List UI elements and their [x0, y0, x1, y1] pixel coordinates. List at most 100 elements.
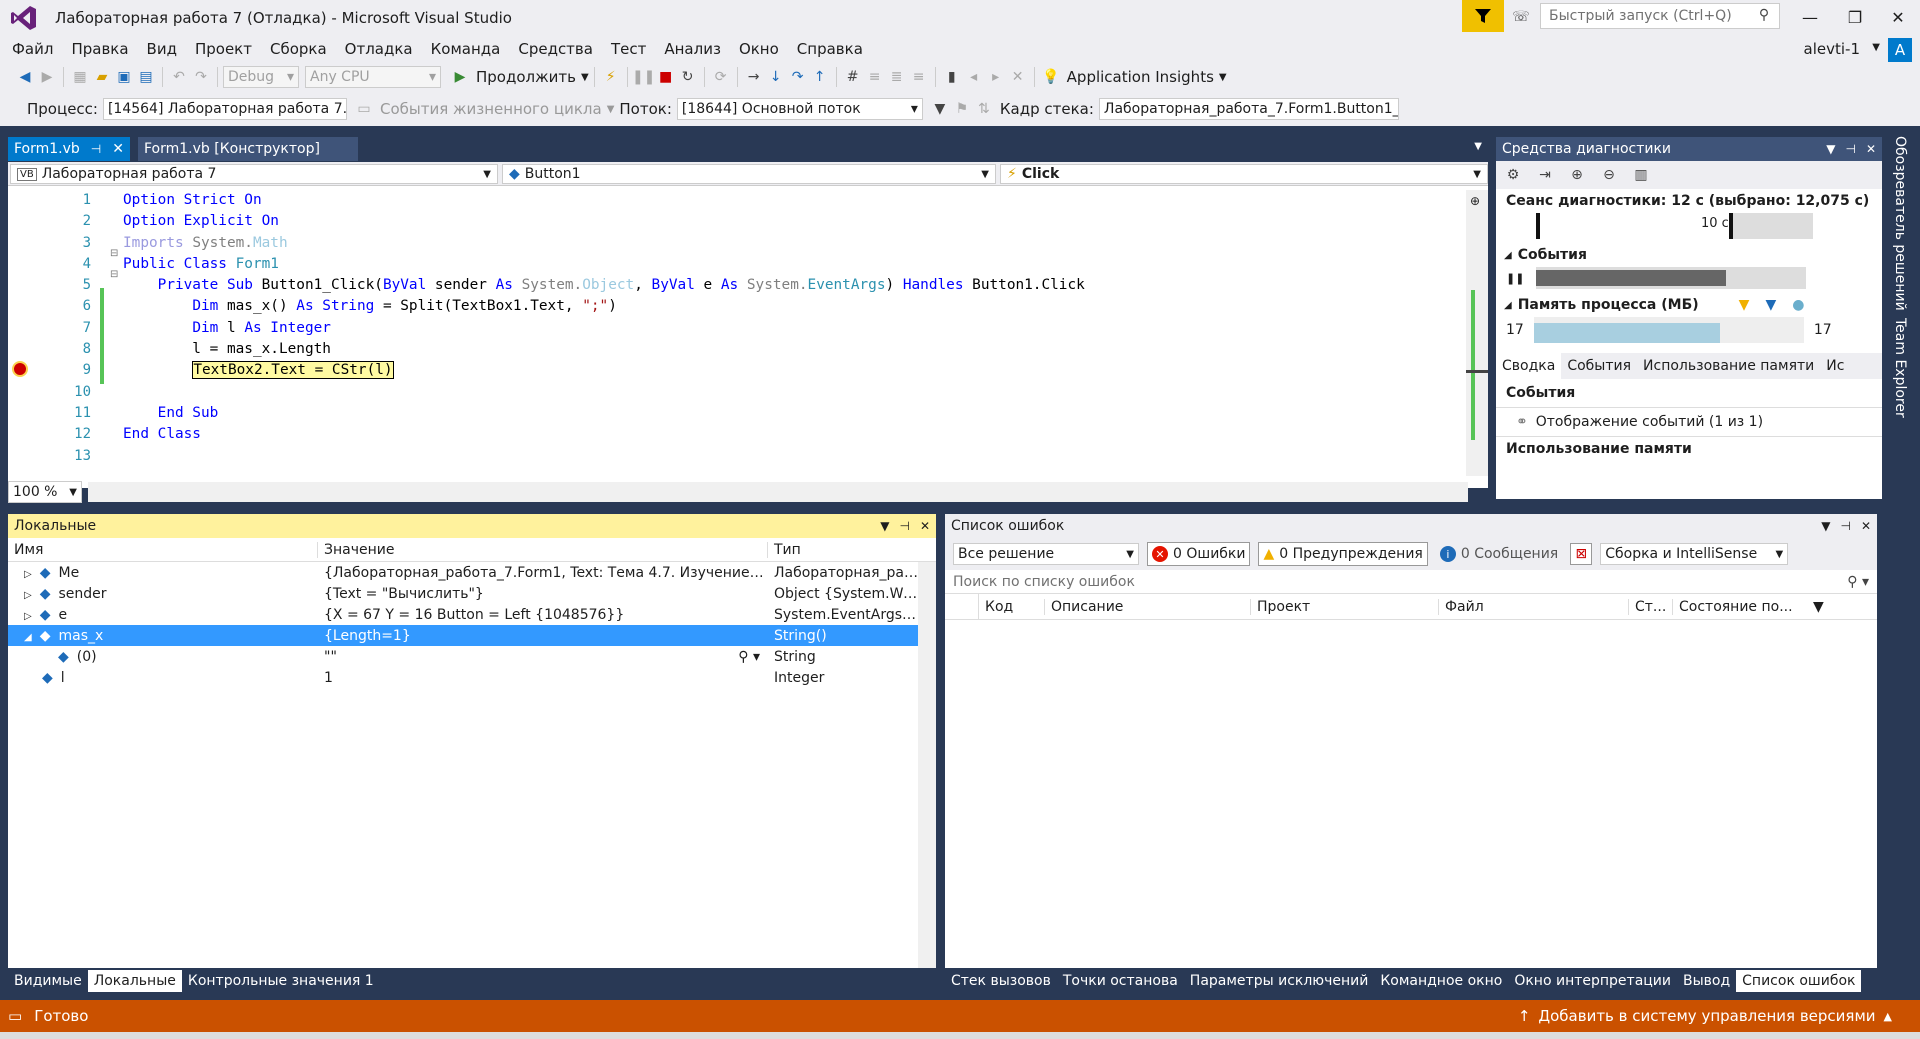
event-combo[interactable]: ⚡ Click ▼ [1000, 164, 1488, 184]
tab-memory-usage[interactable]: Использование памяти [1637, 358, 1820, 374]
dropdown-icon[interactable]: ▼ [1826, 142, 1835, 156]
chevron-down-icon[interactable]: ▼ [1219, 72, 1227, 83]
lifecycle-events-icon[interactable]: ▭ [353, 98, 375, 120]
collapse-class-icon[interactable]: ⊟ [110, 248, 118, 259]
back-icon[interactable]: ◀ [14, 66, 36, 88]
code-area[interactable]: Option Strict On Option Explicit On Impo… [123, 190, 1463, 460]
menu-file[interactable]: Файл [0, 36, 62, 62]
menu-analyze[interactable]: Анализ [655, 36, 730, 62]
zoom-in-icon[interactable]: ⊕ [1566, 164, 1588, 186]
menu-project[interactable]: Проект [186, 36, 261, 62]
chevron-down-icon[interactable]: ▼ [581, 72, 589, 83]
code-editor[interactable]: VB Лабораторная работа 7 ▼ ◆ Button1 ▼ ⚡ Cl… [8, 162, 1488, 503]
tab-locals[interactable]: Локальные [87, 970, 182, 992]
tab-error-list[interactable]: Список ошибок [1736, 970, 1862, 992]
close-icon[interactable]: ✕ [1861, 519, 1871, 533]
zoom-out-icon[interactable]: ⊖ [1598, 164, 1620, 186]
split-icon[interactable]: ⊕ [1470, 194, 1480, 208]
menu-view[interactable]: Вид [138, 36, 186, 62]
show-flagged-icon[interactable]: ⇅ [973, 98, 995, 120]
menu-tools[interactable]: Средства [509, 36, 602, 62]
hex-display-icon[interactable]: # [842, 66, 864, 88]
tab-summary[interactable]: Сводка [1496, 353, 1562, 379]
tab-output[interactable]: Вывод [1677, 970, 1736, 992]
expand-icon[interactable]: ▷ [24, 590, 32, 601]
pin-icon[interactable]: ⊣ [91, 137, 101, 161]
collapse-icon[interactable]: ◢ [1504, 250, 1512, 261]
locals-vertical-scrollbar[interactable] [918, 562, 936, 968]
pin-icon[interactable]: ⊣ [1840, 519, 1850, 533]
stop-icon[interactable]: ■ [655, 66, 677, 88]
collapse-icon[interactable]: ◢ [1504, 300, 1512, 311]
build-intellisense-combo[interactable]: Сборка и IntelliSense ▼ [1600, 543, 1789, 565]
comment-icon[interactable]: ≣ [886, 66, 908, 88]
memory-section[interactable]: ◢ Память процесса (МБ) ▼ ▼ ● [1496, 291, 1882, 315]
pause-icon[interactable]: ❚❚ [1506, 272, 1524, 285]
menu-debug[interactable]: Отладка [336, 36, 422, 62]
tab-call-stack[interactable]: Стек вызовов [945, 970, 1057, 992]
pin-icon[interactable]: ⊣ [1845, 142, 1855, 156]
clear-bookmarks-icon[interactable]: ✕ [1007, 66, 1029, 88]
step-over-icon[interactable]: ↷ [787, 66, 809, 88]
restore-button[interactable]: ❐ [1835, 4, 1875, 30]
errors-filter-button[interactable]: ✕ 0 Ошибки [1147, 542, 1251, 566]
thread-combo[interactable]: [18644] Основной поток ▾ [676, 98, 923, 120]
scope-combo[interactable]: Все решение ▼ [953, 543, 1139, 565]
local-value[interactable]: {X = 67 Y = 16 Button = Left {1048576}} [318, 607, 768, 623]
menu-edit[interactable]: Правка [62, 36, 137, 62]
uncomment-icon[interactable]: ≡ [908, 66, 930, 88]
tab-breakpoints[interactable]: Точки останова [1057, 970, 1184, 992]
menu-build[interactable]: Сборка [261, 36, 336, 62]
column-header-description[interactable]: Описание [1045, 598, 1251, 615]
tab-autos[interactable]: Видимые [8, 970, 88, 992]
clear-filter-icon[interactable]: ⊠ [1570, 543, 1593, 565]
menu-test[interactable]: Тест [602, 36, 655, 62]
chevron-down-icon[interactable]: ▼ [607, 104, 615, 115]
bookmark-icon[interactable]: ▮ [941, 66, 963, 88]
refresh-icon[interactable]: ⟳ [710, 66, 732, 88]
local-value[interactable]: 1 [318, 670, 768, 686]
threads-icon[interactable]: ≡ [864, 66, 886, 88]
hot-reload-icon[interactable]: ⚡ [600, 66, 622, 88]
column-header-code[interactable]: Код [979, 598, 1045, 615]
step-into-icon[interactable]: ↓ [765, 66, 787, 88]
chart-icon[interactable]: ▥ [1630, 164, 1652, 186]
redo-icon[interactable]: ↷ [190, 66, 212, 88]
column-filter-icon[interactable]: ▼ [1813, 599, 1824, 615]
tab-command-window[interactable]: Командное окно [1374, 970, 1508, 992]
events-link[interactable]: Отображение событий (1 из 1) [1536, 414, 1763, 430]
local-value[interactable]: "" [324, 649, 337, 665]
save-all-icon[interactable]: ▤ [135, 66, 157, 88]
pause-icon[interactable]: ❚❚ [632, 66, 655, 88]
tab-events[interactable]: События [1561, 358, 1637, 374]
avatar[interactable]: A [1888, 38, 1912, 62]
minimize-button[interactable]: — [1790, 4, 1830, 30]
menu-help[interactable]: Справка [788, 36, 872, 62]
error-search-input[interactable]: Поиск по списку ошибок ⚲ ▾ [945, 570, 1877, 594]
close-icon[interactable]: ✕ [920, 519, 930, 533]
locals-row[interactable]: ◆ (0) "" ⚲ ▾ String [8, 646, 936, 667]
close-icon[interactable]: ✕ [1866, 142, 1876, 156]
warnings-filter-button[interactable]: ▲ 0 Предупреждения [1258, 542, 1428, 566]
editor-vertical-scrollbar[interactable]: ⊕ [1466, 190, 1488, 476]
local-value[interactable]: {Text = "Вычислить"} [318, 586, 768, 602]
column-header-type[interactable]: Тип [768, 542, 918, 558]
continue-button[interactable]: Продолжить [476, 68, 576, 86]
menu-window[interactable]: Окно [730, 36, 788, 62]
show-next-statement-icon[interactable]: → [743, 66, 765, 88]
new-project-icon[interactable]: ▦ [69, 66, 91, 88]
column-header-suppression[interactable]: Состояние по... [1673, 599, 1807, 615]
team-explorer-tab[interactable]: Team Explorer [1892, 318, 1908, 418]
tab-list-chevron-icon[interactable]: ▼ [1474, 141, 1482, 152]
visualizer-magnifier-icon[interactable]: ⚲ ▾ [738, 649, 760, 665]
next-bookmark-icon[interactable]: ▸ [985, 66, 1007, 88]
application-insights-icon[interactable]: 💡 [1040, 66, 1062, 88]
undo-icon[interactable]: ↶ [168, 66, 190, 88]
collapse-sub-icon[interactable]: ⊟ [110, 269, 118, 280]
restart-icon[interactable]: ↻ [677, 66, 699, 88]
events-section[interactable]: ◢ События [1496, 239, 1882, 265]
stack-frame-combo[interactable]: Лабораторная_работа_7.Form1.Button1_▾ [1098, 98, 1399, 120]
column-header-file[interactable]: Файл [1439, 598, 1629, 615]
close-button[interactable]: ✕ [1878, 4, 1918, 30]
save-icon[interactable]: ▣ [113, 66, 135, 88]
